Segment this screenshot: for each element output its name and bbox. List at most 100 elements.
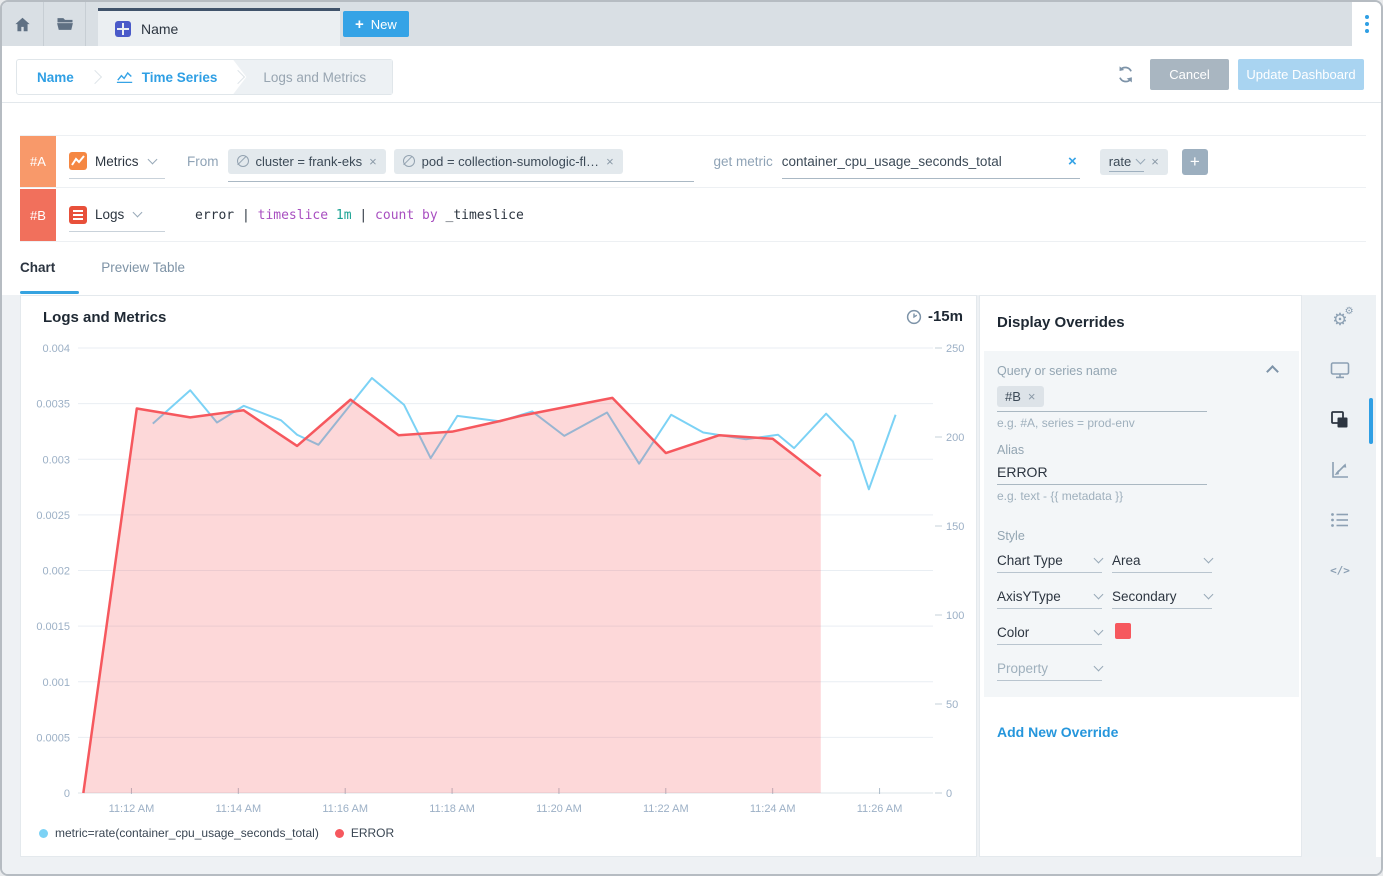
legend-dot [39,829,48,838]
operator-chip[interactable]: rate × [1100,149,1168,175]
remove-chip-icon[interactable]: × [1028,389,1036,404]
top-right-strip [1352,2,1381,46]
refresh-button[interactable] [1116,65,1135,84]
chart-legend: metric=rate(container_cpu_usage_seconds_… [39,826,394,840]
tab-chart[interactable]: Chart [20,260,55,275]
side-rail: ⚙⚙ </> [1304,295,1376,857]
color-select[interactable]: Color [997,623,1102,645]
query-series-label: Query or series name [997,364,1117,378]
metric-value: container_cpu_usage_seconds_total [782,154,1002,169]
svg-text:250: 250 [946,343,964,355]
folder-icon [55,14,75,34]
logs-query-input[interactable]: error | timeslice 1m | count by _timesli… [195,208,524,223]
svg-text:0.0035: 0.0035 [36,399,70,411]
breadcrumb: Name Time Series Logs and Metrics [16,59,393,95]
chart-card: Logs and Metrics -15m 0.0040.00350.0030.… [20,295,977,857]
app-window: Name + New Name Time Series [0,0,1383,876]
svg-text:50: 50 [946,699,958,711]
breadcrumb-item-name[interactable]: Name [17,60,94,94]
operator-select[interactable]: rate [1109,152,1144,172]
alias-underline [997,484,1207,485]
dashboard-grid-icon [115,21,131,37]
axis-value-select[interactable]: Secondary [1112,587,1212,609]
svg-text:0.002: 0.002 [42,566,70,578]
chevron-down-icon [1094,589,1104,599]
chevron-down-icon [147,154,157,164]
svg-text:150: 150 [946,521,964,533]
svg-text:11:22 AM: 11:22 AM [643,803,689,815]
style-row-axis: AxisYType Secondary [997,587,1287,609]
home-button[interactable] [2,2,44,46]
breadcrumb-item-time-series[interactable]: Time Series [96,60,238,94]
metric-input[interactable]: container_cpu_usage_seconds_total × [782,145,1080,179]
svg-text:0.004: 0.004 [42,343,70,355]
display-overrides-panel: Display Overrides Query or series name #… [979,295,1302,857]
filter-chip[interactable]: cluster = frank-eks × [228,149,386,174]
home-icon [13,15,32,34]
svg-text:11:24 AM: 11:24 AM [750,803,796,815]
legend-dot [335,829,344,838]
query-field-underline[interactable] [997,411,1207,412]
alias-label: Alias [997,443,1024,457]
override-editor: Query or series name #B × e.g. #A, serie… [984,351,1299,697]
update-dashboard-button[interactable]: Update Dashboard [1238,59,1364,90]
kebab-menu-button[interactable] [1365,15,1369,33]
timeseries-icon [116,70,134,84]
metrics-type-label: Metrics [95,154,139,169]
add-new-override-link[interactable]: Add New Override [997,724,1118,740]
add-operator-button[interactable]: + [1182,149,1208,175]
property-select[interactable]: Property [997,659,1102,681]
filter-chip[interactable]: pod = collection-sumologic-fl… × [394,149,623,174]
remove-chip-icon[interactable]: × [369,154,377,169]
layers-icon[interactable] [1328,408,1352,432]
style-row-chart-type: Chart Type Area [997,551,1287,573]
overrides-title: Display Overrides [997,314,1125,331]
header-actions: Cancel Update Dashboard [1116,59,1364,90]
clear-metric-icon[interactable]: × [1065,153,1080,170]
metric-filters-field[interactable]: cluster = frank-eks × pod = collection-s… [228,142,694,182]
code-icon[interactable]: </> [1328,558,1352,582]
no-entry-icon [237,155,249,167]
from-label: From [187,154,219,169]
tab-preview-table[interactable]: Preview Table [101,260,185,275]
color-swatch[interactable] [1115,623,1131,639]
legend-item-metric[interactable]: metric=rate(container_cpu_usage_seconds_… [39,826,319,840]
logs-type-select[interactable]: Logs [69,198,165,232]
cancel-button[interactable]: Cancel [1150,59,1229,90]
dashboard-tab-label: Name [141,21,178,37]
chevron-down-icon [1204,589,1214,599]
remove-operator-icon[interactable]: × [1151,154,1159,169]
alias-field[interactable]: ERROR [997,464,1048,480]
svg-text:0: 0 [946,788,952,800]
active-rail-indicator [1369,398,1373,444]
svg-text:0.003: 0.003 [42,454,70,466]
refresh-icon [1116,65,1135,84]
new-button-label: New [371,17,397,32]
chevron-down-icon [133,208,143,218]
svg-text:200: 200 [946,432,964,444]
main-content: Logs and Metrics -15m 0.0040.00350.0030.… [2,295,1383,876]
new-button[interactable]: + New [343,11,409,37]
chart-plot[interactable]: 0.0040.00350.0030.00250.0020.00150.0010.… [21,296,978,858]
svg-text:11:20 AM: 11:20 AM [536,803,582,815]
legend-item-error[interactable]: ERROR [335,826,394,840]
chart-type-select[interactable]: Chart Type [997,551,1102,573]
chart-axes-icon[interactable] [1328,458,1352,482]
series-chip[interactable]: #B × [997,386,1044,407]
list-icon[interactable] [1328,508,1352,532]
metrics-type-select[interactable]: Metrics [69,145,165,179]
plus-icon: + [355,16,364,33]
svg-text:100: 100 [946,610,964,622]
style-row-property: Property [997,659,1287,681]
svg-text:0: 0 [64,788,70,800]
breadcrumb-item-panel: Logs and Metrics [233,60,392,94]
monitor-icon[interactable] [1328,358,1352,382]
svg-text:11:16 AM: 11:16 AM [322,803,368,815]
dashboard-tab[interactable]: Name [98,8,340,46]
axis-y-type-select[interactable]: AxisYType [997,587,1102,609]
chart-type-value-select[interactable]: Area [1112,551,1212,573]
folder-button[interactable] [44,2,86,46]
settings-gears-icon[interactable]: ⚙⚙ [1328,308,1352,332]
collapse-icon[interactable] [1266,365,1279,378]
remove-chip-icon[interactable]: × [606,154,614,169]
